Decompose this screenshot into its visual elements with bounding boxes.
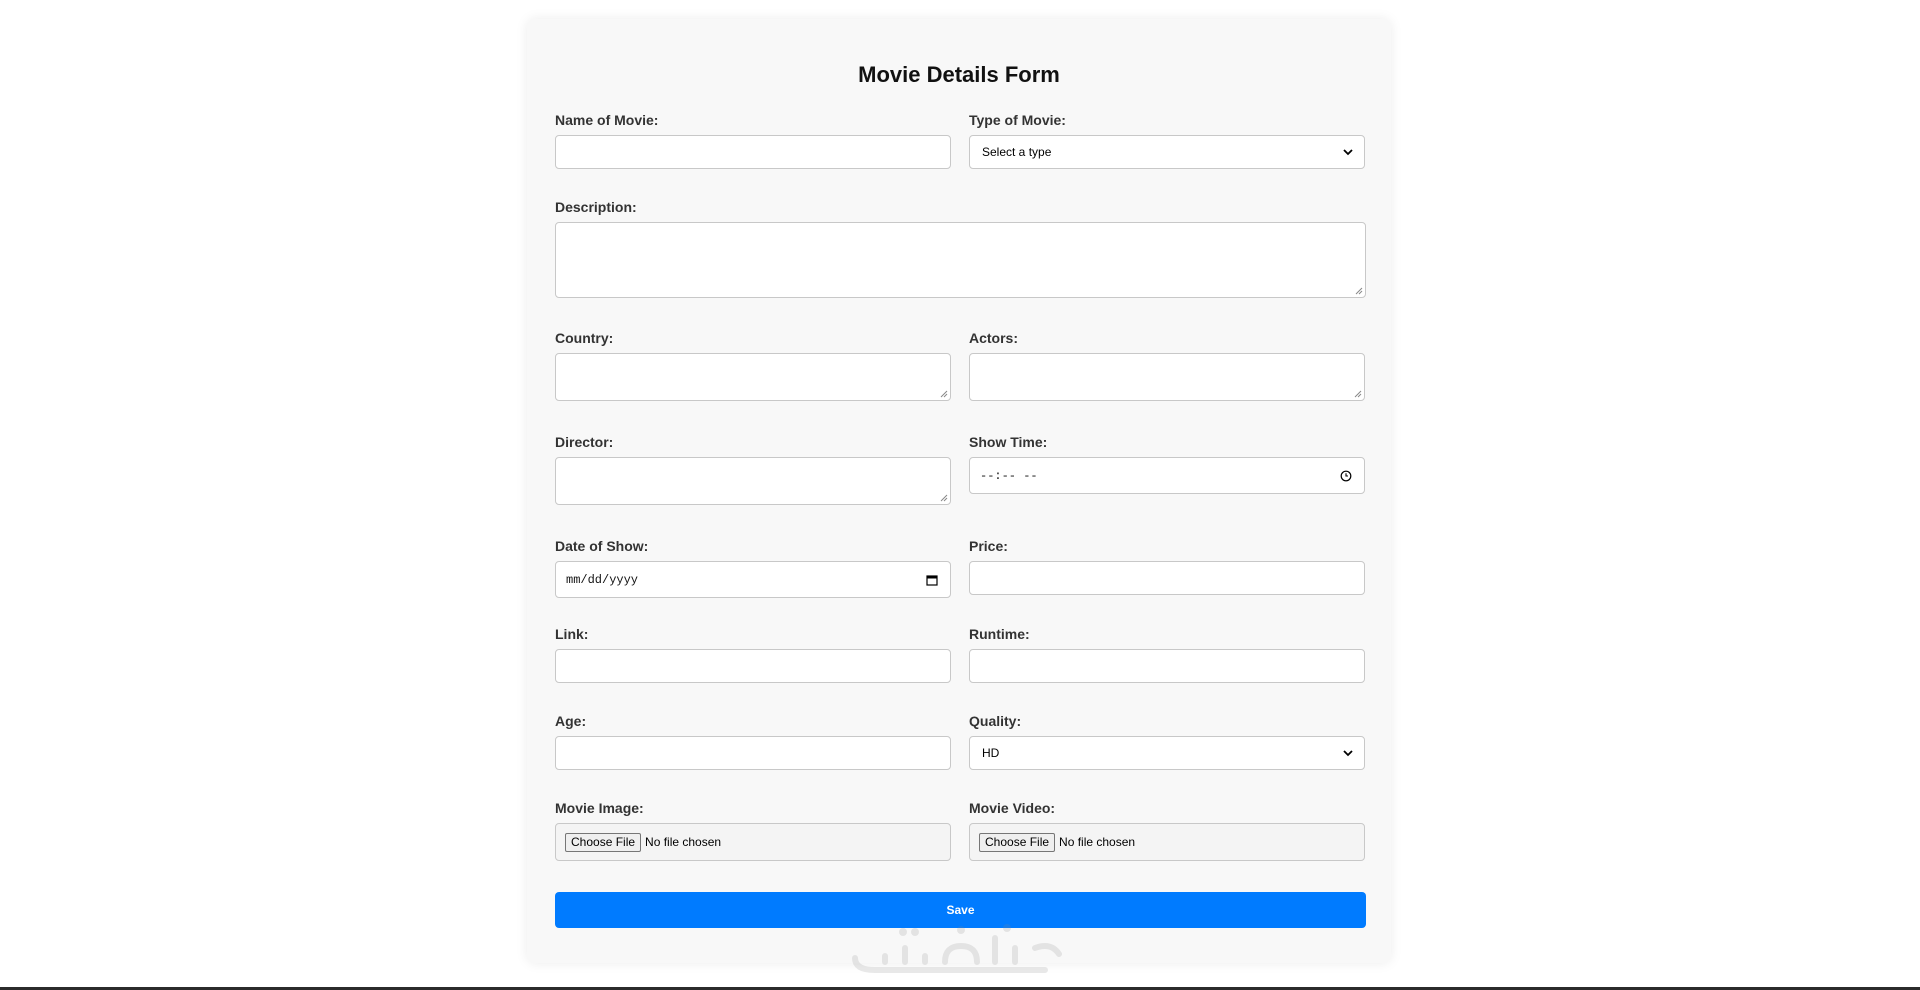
resize-grip-icon[interactable] [940,494,948,502]
movie-video-label: Movie Video: [969,800,1056,816]
price-field: Price: [969,537,1365,595]
quality-selected: HD [982,746,1000,760]
type-of-movie-field: Type of Movie: Select a type [969,111,1365,169]
khamsat-logo-watermark [852,924,1062,973]
date-of-show-label: Date of Show: [555,538,649,554]
type-of-movie-label: Type of Movie: [969,112,1066,128]
link-label: Link: [555,626,589,642]
show-time-placeholder: --:-- -- [980,468,1038,483]
movie-image-choose-file-button[interactable]: Choose File [565,832,642,852]
director-field: Director: [555,433,951,505]
director-label: Director: [555,434,614,450]
show-time-label: Show Time: [969,434,1048,450]
age-label: Age: [555,713,587,729]
price-input[interactable] [969,561,1365,595]
name-of-movie-field: Name of Movie: [555,111,951,169]
runtime-field: Runtime: [969,625,1365,683]
quality-field: Quality: HD [969,712,1365,770]
show-time-input[interactable]: --:-- -- [969,457,1365,494]
name-of-movie-input[interactable] [555,135,951,169]
show-time-field: Show Time: --:-- -- [969,433,1365,494]
resize-grip-icon[interactable] [1355,287,1363,295]
description-textarea[interactable] [555,222,1366,298]
form-title: Movie Details Form [858,62,1060,87]
type-of-movie-selected: Select a type [982,145,1052,159]
link-field: Link: [555,625,951,683]
runtime-input[interactable] [969,649,1365,683]
resize-grip-icon[interactable] [1354,390,1362,398]
resize-grip-icon[interactable] [940,390,948,398]
date-of-show-input[interactable]: mm/dd/yyyy [555,561,951,598]
clock-icon[interactable] [1340,470,1352,482]
link-input[interactable] [555,649,951,683]
age-field: Age: [555,712,951,770]
director-textarea[interactable] [555,457,951,505]
actors-field: Actors: [969,329,1365,401]
movie-video-file-status: No file chosen [1059,835,1136,849]
country-field: Country: [555,329,951,401]
runtime-label: Runtime: [969,626,1030,642]
movie-video-file-input[interactable]: Choose File No file chosen [969,823,1365,861]
name-of-movie-label: Name of Movie: [555,112,659,128]
description-label: Description: [555,199,637,215]
calendar-icon[interactable] [926,574,938,586]
price-label: Price: [969,538,1008,554]
actors-label: Actors: [969,330,1019,346]
country-textarea[interactable] [555,353,951,401]
quality-select[interactable]: HD [969,736,1365,770]
page: Movie Details Form Name of Movie: Type o… [0,0,1920,990]
movie-image-file-status: No file chosen [645,835,722,849]
quality-label: Quality: [969,713,1022,729]
movie-image-field: Movie Image: Choose File No file chosen [555,799,951,861]
chevron-down-icon [1343,750,1353,757]
movie-video-choose-file-button[interactable]: Choose File [979,832,1056,852]
age-input[interactable] [555,736,951,770]
actors-textarea[interactable] [969,353,1365,401]
type-of-movie-select[interactable]: Select a type [969,135,1365,169]
description-field: Description: [555,198,1366,298]
date-of-show-placeholder: mm/dd/yyyy [566,572,639,587]
movie-image-label: Movie Image: [555,800,644,816]
chevron-down-icon [1343,149,1353,156]
movie-video-field: Movie Video: Choose File No file chosen [969,799,1365,861]
date-of-show-field: Date of Show: mm/dd/yyyy [555,537,951,598]
country-label: Country: [555,330,614,346]
movie-image-file-input[interactable]: Choose File No file chosen [555,823,951,861]
movie-details-form: Movie Details Form Name of Movie: Type o… [527,19,1391,963]
